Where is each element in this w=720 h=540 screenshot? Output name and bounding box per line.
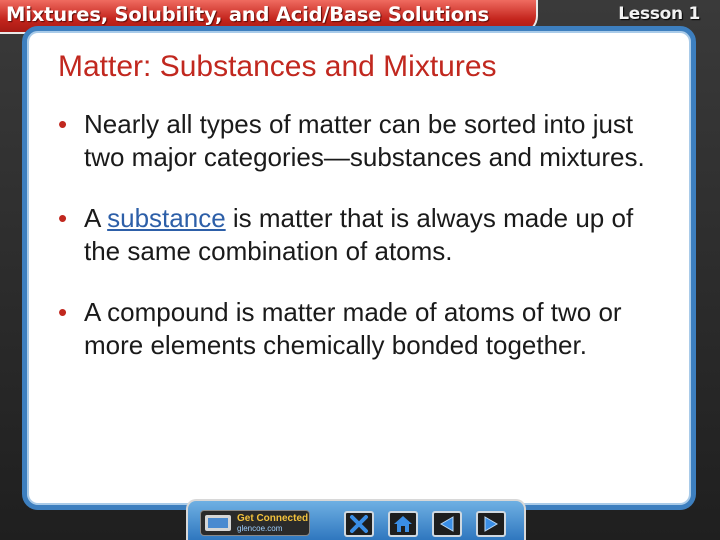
home-button[interactable] — [388, 511, 418, 537]
next-button[interactable] — [476, 511, 506, 537]
next-arrow-icon — [484, 516, 498, 532]
previous-arrow-icon — [440, 516, 454, 532]
get-connected-label: Get Connected — [237, 513, 309, 524]
navigation-bar: Get Connected glencoe.com — [186, 499, 526, 540]
lesson-label: Lesson 1 — [618, 4, 700, 24]
bullet-text: A compound is matter made of atoms of tw… — [84, 297, 622, 360]
substance-link[interactable]: substance — [107, 203, 226, 233]
website-label: glencoe.com — [237, 524, 283, 533]
bullet-list: • Nearly all types of matter can be sort… — [58, 108, 658, 390]
previous-button[interactable] — [432, 511, 462, 537]
get-connected-button[interactable]: Get Connected glencoe.com — [200, 510, 310, 536]
monitor-icon — [205, 515, 231, 531]
bullet-text: A — [84, 203, 108, 233]
close-button[interactable] — [344, 511, 374, 537]
bullet-dot: • — [58, 203, 68, 233]
bullet-item: • Nearly all types of matter can be sort… — [58, 108, 658, 174]
bullet-dot: • — [58, 109, 68, 139]
bullet-text: Nearly all types of matter can be sorted… — [84, 109, 645, 172]
close-icon — [350, 515, 368, 533]
bullet-item: • A substance is matter that is always m… — [58, 202, 658, 268]
home-icon — [394, 516, 412, 532]
slide-heading: Matter: Substances and Mixtures — [58, 50, 497, 83]
slide-background: Mixtures, Solubility, and Acid/Base Solu… — [0, 0, 720, 540]
chapter-title: Mixtures, Solubility, and Acid/Base Solu… — [6, 3, 489, 26]
bullet-dot: • — [58, 297, 68, 327]
bullet-item: • A compound is matter made of atoms of … — [58, 296, 658, 362]
